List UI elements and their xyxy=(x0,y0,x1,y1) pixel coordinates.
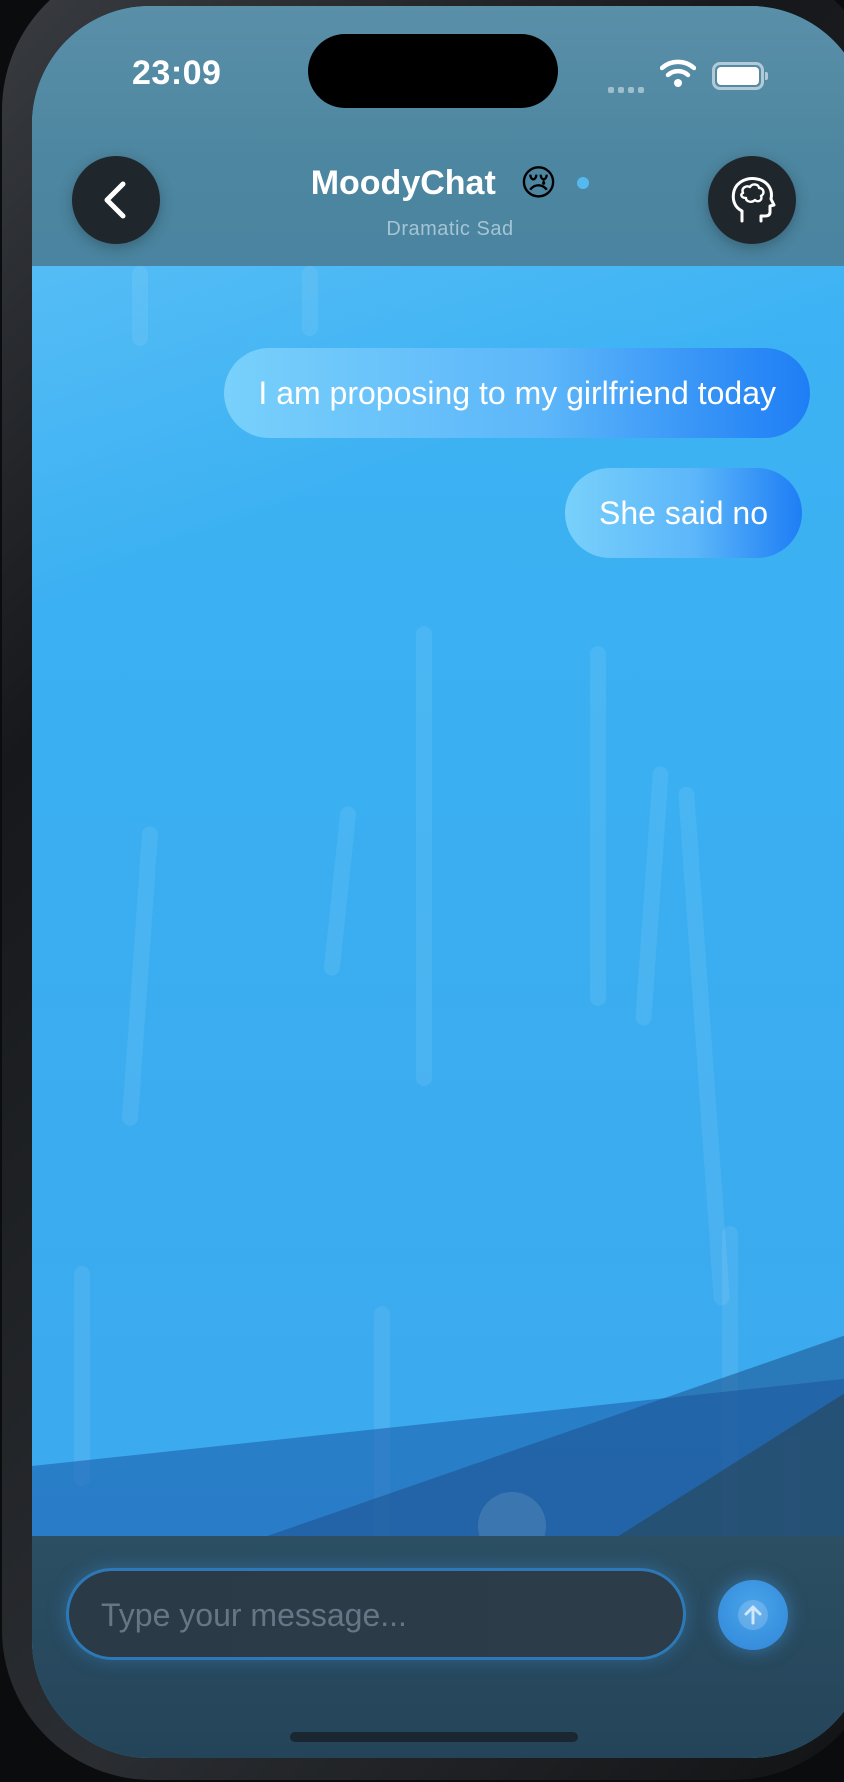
send-button[interactable] xyxy=(718,1580,788,1650)
arrow-up-icon xyxy=(738,1600,768,1630)
status-dot xyxy=(577,177,590,189)
mood-settings-button[interactable] xyxy=(708,156,796,244)
message-text: I am proposing to my girlfriend today xyxy=(258,375,776,411)
rain-streak xyxy=(132,266,148,346)
dynamic-island xyxy=(308,34,558,108)
app-frame: I am proposing to my girlfriend today Sh… xyxy=(0,0,844,1782)
cellular-signal-icon xyxy=(608,80,648,98)
mood-emoji: 😢 xyxy=(519,162,558,203)
chat-header: 23:09 MoodyChat 😢 Dramatic Sad xyxy=(32,6,844,266)
home-indicator[interactable] xyxy=(290,1732,578,1742)
message-input-container[interactable] xyxy=(66,1568,686,1660)
rain-streak xyxy=(590,646,606,1006)
message-bubble[interactable]: She said no xyxy=(564,468,802,558)
chat-area[interactable]: I am proposing to my girlfriend today Sh… xyxy=(32,266,844,1536)
message-text: She said no xyxy=(598,495,768,531)
message-bubble[interactable]: I am proposing to my girlfriend today xyxy=(224,348,810,438)
brain-head-icon xyxy=(731,177,776,223)
composer-bar xyxy=(32,1536,844,1758)
page-title: MoodyChat xyxy=(310,163,496,202)
phone-screen: I am proposing to my girlfriend today Sh… xyxy=(32,6,844,1758)
battery-icon xyxy=(712,62,768,90)
wifi-icon xyxy=(660,59,696,87)
rain-streak xyxy=(302,266,318,336)
message-input[interactable] xyxy=(99,1571,663,1659)
background-wave xyxy=(32,1335,844,1536)
rain-streak xyxy=(416,626,432,1086)
status-time: 23:09 xyxy=(132,54,222,92)
